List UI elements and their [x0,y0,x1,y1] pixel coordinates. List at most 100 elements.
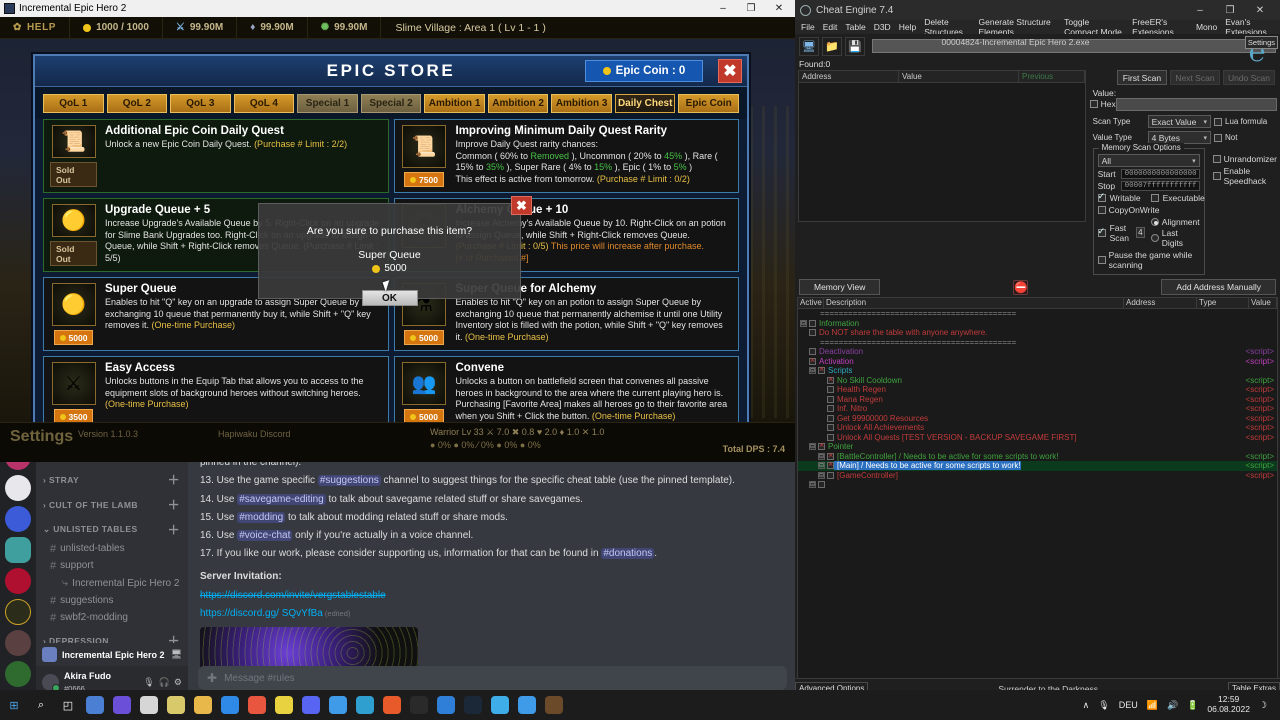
game-footer-bar[interactable]: Settings Version 1.1.0.3 Hapiwaku Discor… [0,422,797,462]
ce-settings-button[interactable]: Settings [1244,36,1278,49]
save-file-icon[interactable]: 💾 [845,36,865,56]
ce-menu-file[interactable]: File [797,22,819,32]
speedhack-checkbox[interactable] [1212,172,1221,180]
add-channel-icon[interactable]: ＋ [168,471,180,488]
last-digits-radio[interactable] [1150,234,1159,242]
store-tab-qol-2[interactable]: QoL 2 [106,94,168,113]
channel-item-support[interactable]: # support [36,557,188,574]
server-folder-icon[interactable] [5,537,31,563]
memory-scan-options-group[interactable]: Memory Scan Options All Start 00000000000… [1092,143,1205,275]
minimize-button[interactable]: – [709,3,737,14]
cheat-engine-window[interactable]: Cheat Engine 7.4 – ❐ ✕ File Edit Table D3D H… [795,0,1280,720]
game-icon[interactable] [545,696,563,714]
not-checkbox[interactable] [1214,133,1222,142]
volume-icon[interactable]: 🔊 [1167,700,1178,711]
task-icon[interactable] [329,696,347,714]
active-checkbox[interactable] [827,395,834,403]
store-tab-daily-chest[interactable]: Daily Chest [614,94,676,113]
channel-item-suggestions[interactable]: # suggestions [36,592,188,609]
active-checkbox[interactable] [827,374,834,384]
active-checkbox[interactable] [827,471,834,479]
wifi-icon[interactable]: 📶 [1147,700,1158,711]
channel-item-incremental-epic-hero-2[interactable]: ⤷ Incremental Epic Hero 2 [36,574,188,592]
cheat-table-row[interactable]: Unlock All Quests [TEST VERSION - BACKUP… [798,433,1277,443]
close-button[interactable]: ✕ [765,3,793,14]
cheat-table-row[interactable]: ⊟ [BattleController] / Needs to be active… [798,450,1277,462]
store-item[interactable]: 👥 5000 Convene Unlocks a button on battlefi… [393,356,739,430]
store-item[interactable]: ⚔ 3500 Easy Access Unlocks buttons in the E… [43,356,389,430]
explorer-icon[interactable] [194,696,212,714]
maximize-button[interactable]: ❐ [737,3,765,14]
message-input[interactable]: ✚ Message #rules [198,666,787,690]
expand-toggle-icon[interactable]: ⊟ [818,452,825,460]
active-checkbox[interactable] [818,440,825,451]
item-price-badge[interactable]: 7500 [404,172,444,187]
channel-category[interactable]: › CULT OF THE LAMB ＋ [36,490,188,515]
chevron-up-icon[interactable]: ∧ [1083,700,1090,711]
cheat-table-row[interactable]: ⊟Pointer [798,440,1277,452]
active-checkbox[interactable] [827,386,834,394]
cheat-table-row[interactable]: No Skill Cooldown <script> [798,374,1277,386]
expand-toggle-icon[interactable]: ⊟ [818,471,825,479]
add-channel-icon[interactable]: ＋ [168,496,180,513]
game-hud-bar[interactable]: ✿ HELP 1000 / 1000 ⚔ 99.90M ♦ 99.90M ✺ 9… [0,17,797,39]
search-icon[interactable]: ⌕ [32,696,50,714]
expand-toggle-icon[interactable]: ⊟ [809,443,816,451]
start-address-input[interactable]: 0000000000000000 [1120,169,1200,179]
active-checkbox[interactable] [827,424,834,432]
screen-share-icon[interactable]: 🖥 [171,649,182,660]
discord-icon[interactable] [302,696,320,714]
ce-menu-bar[interactable]: File Edit Table D3D Help Delete Structures Gen… [795,17,1280,37]
channel-category[interactable]: ⌄ UNLISTED TABLES ＋ [36,515,188,540]
item-price-badge[interactable]: 5000 [404,330,444,345]
store-tab-special-1[interactable]: Special 1 [297,94,358,113]
mic-icon[interactable]: 🎙 [1098,700,1109,711]
headphones-icon[interactable]: 🎧 [159,677,170,688]
scan-value-input[interactable] [1115,98,1277,111]
add-channel-icon[interactable]: ＋ [168,521,180,538]
cheat-table-row[interactable]: Get 99900000 Resources <script> [798,414,1277,424]
cheat-table-row[interactable]: Deactivation <script> [798,347,1277,357]
language-indicator[interactable]: DEU [1119,700,1138,710]
alignment-radio[interactable] [1150,218,1159,226]
notepad-icon[interactable] [167,696,185,714]
server-icon[interactable] [5,630,31,656]
discord-message-area[interactable]: 12. If we don't have a table for a speci… [188,440,797,698]
active-checkbox[interactable] [809,329,816,337]
server-icon[interactable] [5,475,31,501]
channel-category[interactable]: › STRAY ＋ [36,465,188,490]
copyonwrite-checkbox[interactable] [1097,206,1106,214]
teams-icon[interactable] [113,696,131,714]
link-text[interactable]: https://discord.com/invite/vergstablesta… [200,590,386,601]
lua-formula-checkbox[interactable] [1214,117,1222,126]
link-text[interactable]: https://discord.gg/ SQvYfBa [200,608,323,619]
video-editor-icon[interactable] [437,696,455,714]
store-tab-qol-1[interactable]: QoL 1 [43,94,104,113]
scan-type-select[interactable]: Exact Value [1147,115,1211,128]
first-scan-button[interactable]: First Scan [1116,70,1167,85]
active-checkbox[interactable] [818,364,825,375]
task-view-icon[interactable]: ◰ [59,696,77,714]
clock[interactable]: 12:59 06.08.2022 [1207,694,1250,715]
ce-midbar[interactable]: Memory View ⛔ Add Address Manually [795,275,1280,297]
scan-results-list[interactable]: Address Value Previous [798,70,1086,222]
system-tray[interactable]: ∧ 🎙 DEU 📶 🔊 🔋 12:59 06.08.2022 ☽ [1083,694,1275,715]
channel-item-swbf2-modding[interactable]: # swbf2-modding [36,609,188,626]
discord-channel-list[interactable]: › CLANFOLK＋› STRAY＋› CULT OF THE LAMB＋⌄ … [36,440,188,698]
store-tab-ambition-1[interactable]: Ambition 1 [424,94,485,113]
executable-checkbox[interactable] [1150,194,1159,202]
moon-icon[interactable] [491,696,509,714]
cheat-table-row[interactable]: ⊟ [798,480,1277,490]
invite-link[interactable]: https://discord.gg/ SQvYfBa (edited) [188,605,797,623]
store-tab-epic-coin[interactable]: Epic Coin [678,94,740,113]
store-tab-qol-3[interactable]: QoL 3 [170,94,231,113]
unrandomizer-checkbox[interactable] [1212,155,1221,163]
ce-menu-table[interactable]: Table [841,22,869,32]
ce-close-button[interactable]: ✕ [1245,5,1275,16]
expand-toggle-icon[interactable]: ⊟ [809,481,816,489]
server-icon[interactable] [5,506,31,532]
dialog-close-button[interactable]: ✖ [511,196,532,215]
add-attachment-icon[interactable]: ✚ [207,671,217,685]
store-close-button[interactable]: ✖ [718,59,742,83]
edge-icon[interactable] [221,696,239,714]
